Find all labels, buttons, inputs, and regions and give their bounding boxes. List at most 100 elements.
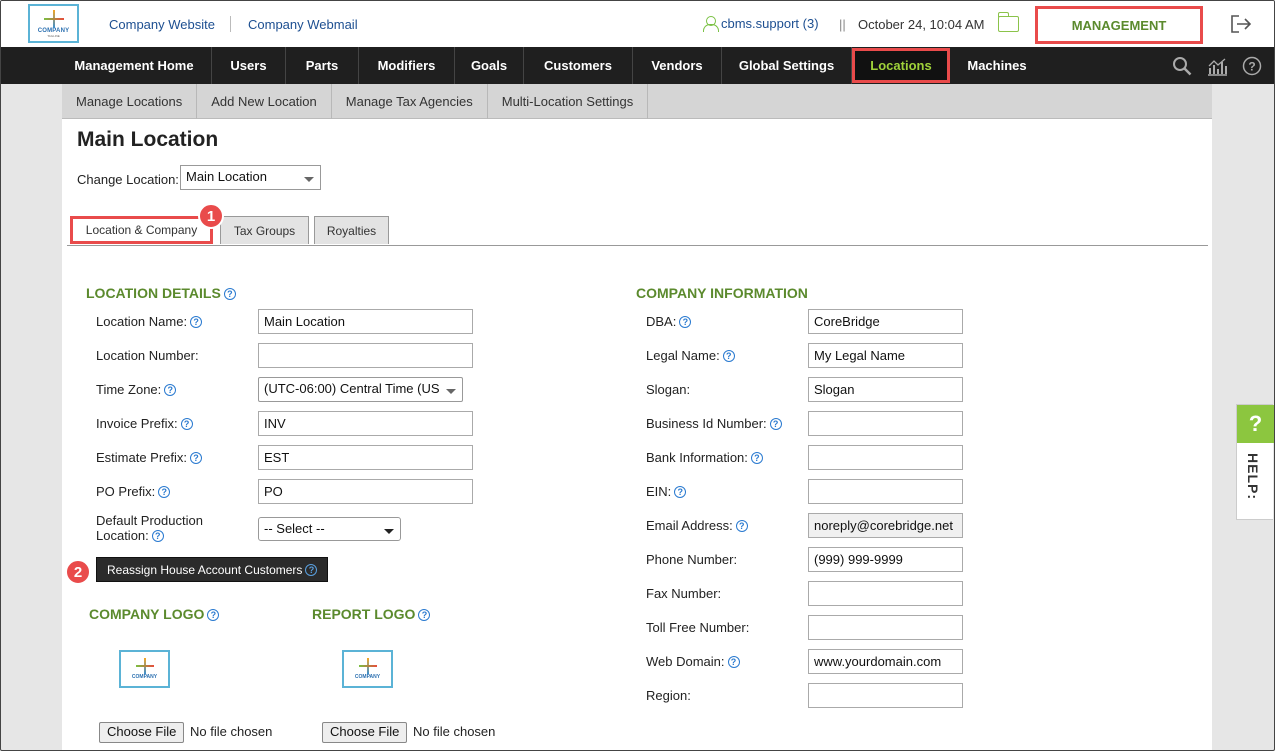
help-icon[interactable]: ?: [223, 288, 236, 300]
datetime: October 24, 10:04 AM: [858, 17, 985, 32]
web-domain-input[interactable]: www.yourdomain.com: [808, 649, 963, 674]
help-icon[interactable]: ?: [207, 609, 220, 621]
nav-goals[interactable]: Goals: [455, 47, 524, 84]
ein-label-text: EIN:: [646, 484, 672, 499]
tab-location-company[interactable]: Location & Company: [70, 216, 213, 244]
help-icon[interactable]: ?: [158, 486, 171, 498]
tab-tax-groups[interactable]: Tax Groups: [220, 216, 309, 244]
subnav-manage-locations[interactable]: Manage Locations: [62, 84, 198, 119]
legal-name-input[interactable]: My Legal Name: [808, 343, 963, 368]
help-icon[interactable]: ?: [164, 384, 177, 396]
nav-global-settings[interactable]: Global Settings: [722, 47, 852, 84]
help-icon[interactable]: ?: [180, 418, 193, 430]
help-side-tab[interactable]: ? HELP:: [1236, 404, 1274, 520]
nav-users[interactable]: Users: [212, 47, 286, 84]
nav-management-home[interactable]: Management Home: [57, 47, 212, 84]
phone-number-input[interactable]: (999) 999-9999: [808, 547, 963, 572]
po-prefix-input[interactable]: PO: [258, 479, 473, 504]
change-location-select[interactable]: Main Location: [180, 165, 321, 190]
top-divider: [230, 16, 231, 32]
help-icon[interactable]: ?: [190, 452, 203, 464]
estimate-prefix-input[interactable]: EST: [258, 445, 473, 470]
help-icon[interactable]: ?: [674, 486, 687, 498]
web-domain-label: Web Domain:?: [646, 654, 740, 669]
reassign-house-account-button[interactable]: Reassign House Account Customers?: [96, 557, 329, 582]
help-icon[interactable]: ?: [735, 520, 748, 532]
help-icon[interactable]: ?: [305, 563, 318, 576]
business-id-label: Business Id Number:?: [646, 416, 782, 431]
default-production-select[interactable]: -- Select --: [258, 517, 401, 541]
search-icon[interactable]: [1172, 56, 1192, 76]
region-input[interactable]: [808, 683, 963, 708]
location-details-heading-text: LOCATION DETAILS: [86, 285, 221, 301]
email-address-label: Email Address:?: [646, 518, 748, 533]
subnav-multi-location-settings[interactable]: Multi-Location Settings: [488, 84, 649, 119]
nav-customers[interactable]: Customers: [524, 47, 633, 84]
analytics-icon[interactable]: [1206, 56, 1228, 76]
help-icon[interactable]: ?: [190, 316, 203, 328]
dba-input[interactable]: CoreBridge: [808, 309, 963, 334]
tab-royalties[interactable]: Royalties: [314, 216, 389, 244]
subnav-add-new-location[interactable]: Add New Location: [197, 84, 332, 119]
toll-free-number-input[interactable]: [808, 615, 963, 640]
business-id-input[interactable]: [808, 411, 963, 436]
location-name-input[interactable]: Main Location: [258, 309, 473, 334]
help-icon[interactable]: ?: [151, 530, 164, 542]
main-content: Main Location Change Location: Main Loca…: [62, 119, 1212, 750]
slogan-input[interactable]: Slogan: [808, 377, 963, 402]
web-domain-label-text: Web Domain:: [646, 654, 725, 669]
time-zone-select[interactable]: (UTC-06:00) Central Time (US: [258, 377, 463, 402]
nav-locations[interactable]: Locations: [852, 48, 950, 83]
ein-input[interactable]: [808, 479, 963, 504]
location-number-input[interactable]: [258, 343, 473, 368]
ein-label: EIN:?: [646, 484, 687, 499]
question-mark-icon: ?: [1237, 405, 1274, 443]
svg-text:?: ?: [1248, 59, 1255, 73]
management-button[interactable]: MANAGEMENT: [1035, 6, 1203, 44]
company-website-link[interactable]: Company Website: [109, 17, 215, 32]
fax-number-input[interactable]: [808, 581, 963, 606]
help-icon[interactable]: ?: [679, 316, 692, 328]
help-circle-icon[interactable]: ?: [1242, 56, 1262, 76]
report-logo-preview: COMPANY: [342, 650, 393, 688]
invoice-prefix-input[interactable]: INV: [258, 411, 473, 436]
invoice-prefix-label-text: Invoice Prefix:: [96, 416, 178, 431]
top-separator: ||: [839, 17, 846, 32]
help-icon[interactable]: ?: [727, 656, 740, 668]
folder-icon[interactable]: [997, 12, 1019, 32]
nav-modifiers[interactable]: Modifiers: [359, 47, 455, 84]
report-logo-heading-text: REPORT LOGO: [312, 606, 416, 622]
user-name: cbms.support (3): [721, 16, 819, 31]
logout-icon[interactable]: [1230, 14, 1252, 34]
help-icon[interactable]: ?: [722, 350, 735, 362]
company-webmail-link[interactable]: Company Webmail: [248, 17, 358, 32]
help-icon[interactable]: ?: [769, 418, 782, 430]
email-address-input[interactable]: noreply@corebridge.net: [808, 513, 963, 538]
nav-parts[interactable]: Parts: [286, 47, 359, 84]
legal-name-label-text: Legal Name:: [646, 348, 720, 363]
bank-information-input[interactable]: [808, 445, 963, 470]
company-logo[interactable]: COMPANY TAGLINE: [28, 4, 79, 43]
email-address-label-text: Email Address:: [646, 518, 733, 533]
nav-machines[interactable]: Machines: [950, 47, 1044, 84]
subnav-manage-tax-agencies[interactable]: Manage Tax Agencies: [332, 84, 488, 119]
location-number-label: Location Number:: [96, 348, 199, 363]
time-zone-value: (UTC-06:00) Central Time (US: [264, 381, 440, 396]
company-logo-choose-file-button[interactable]: Choose File: [99, 722, 185, 743]
sub-nav: Manage Locations Add New Location Manage…: [62, 84, 1212, 119]
nav-vendors[interactable]: Vendors: [633, 47, 722, 84]
time-zone-label: Time Zone:?: [96, 382, 177, 397]
report-logo-choose-file-button[interactable]: Choose File: [322, 722, 408, 743]
company-logo-heading-text: COMPANY LOGO: [89, 606, 205, 622]
app-window: COMPANY TAGLINE Company Website Company …: [0, 0, 1275, 751]
help-icon[interactable]: ?: [750, 452, 763, 464]
dba-label: DBA:?: [646, 314, 692, 329]
user-menu[interactable]: cbms.support (3): [703, 16, 819, 32]
user-icon: [703, 16, 719, 32]
company-logo-heading: COMPANY LOGO?: [89, 606, 220, 622]
location-details-heading: LOCATION DETAILS?: [86, 285, 236, 301]
logo-star-icon: [135, 658, 155, 674]
report-logo-heading: REPORT LOGO?: [312, 606, 431, 622]
help-icon[interactable]: ?: [418, 609, 431, 621]
callout-badge-2: 2: [65, 559, 91, 585]
